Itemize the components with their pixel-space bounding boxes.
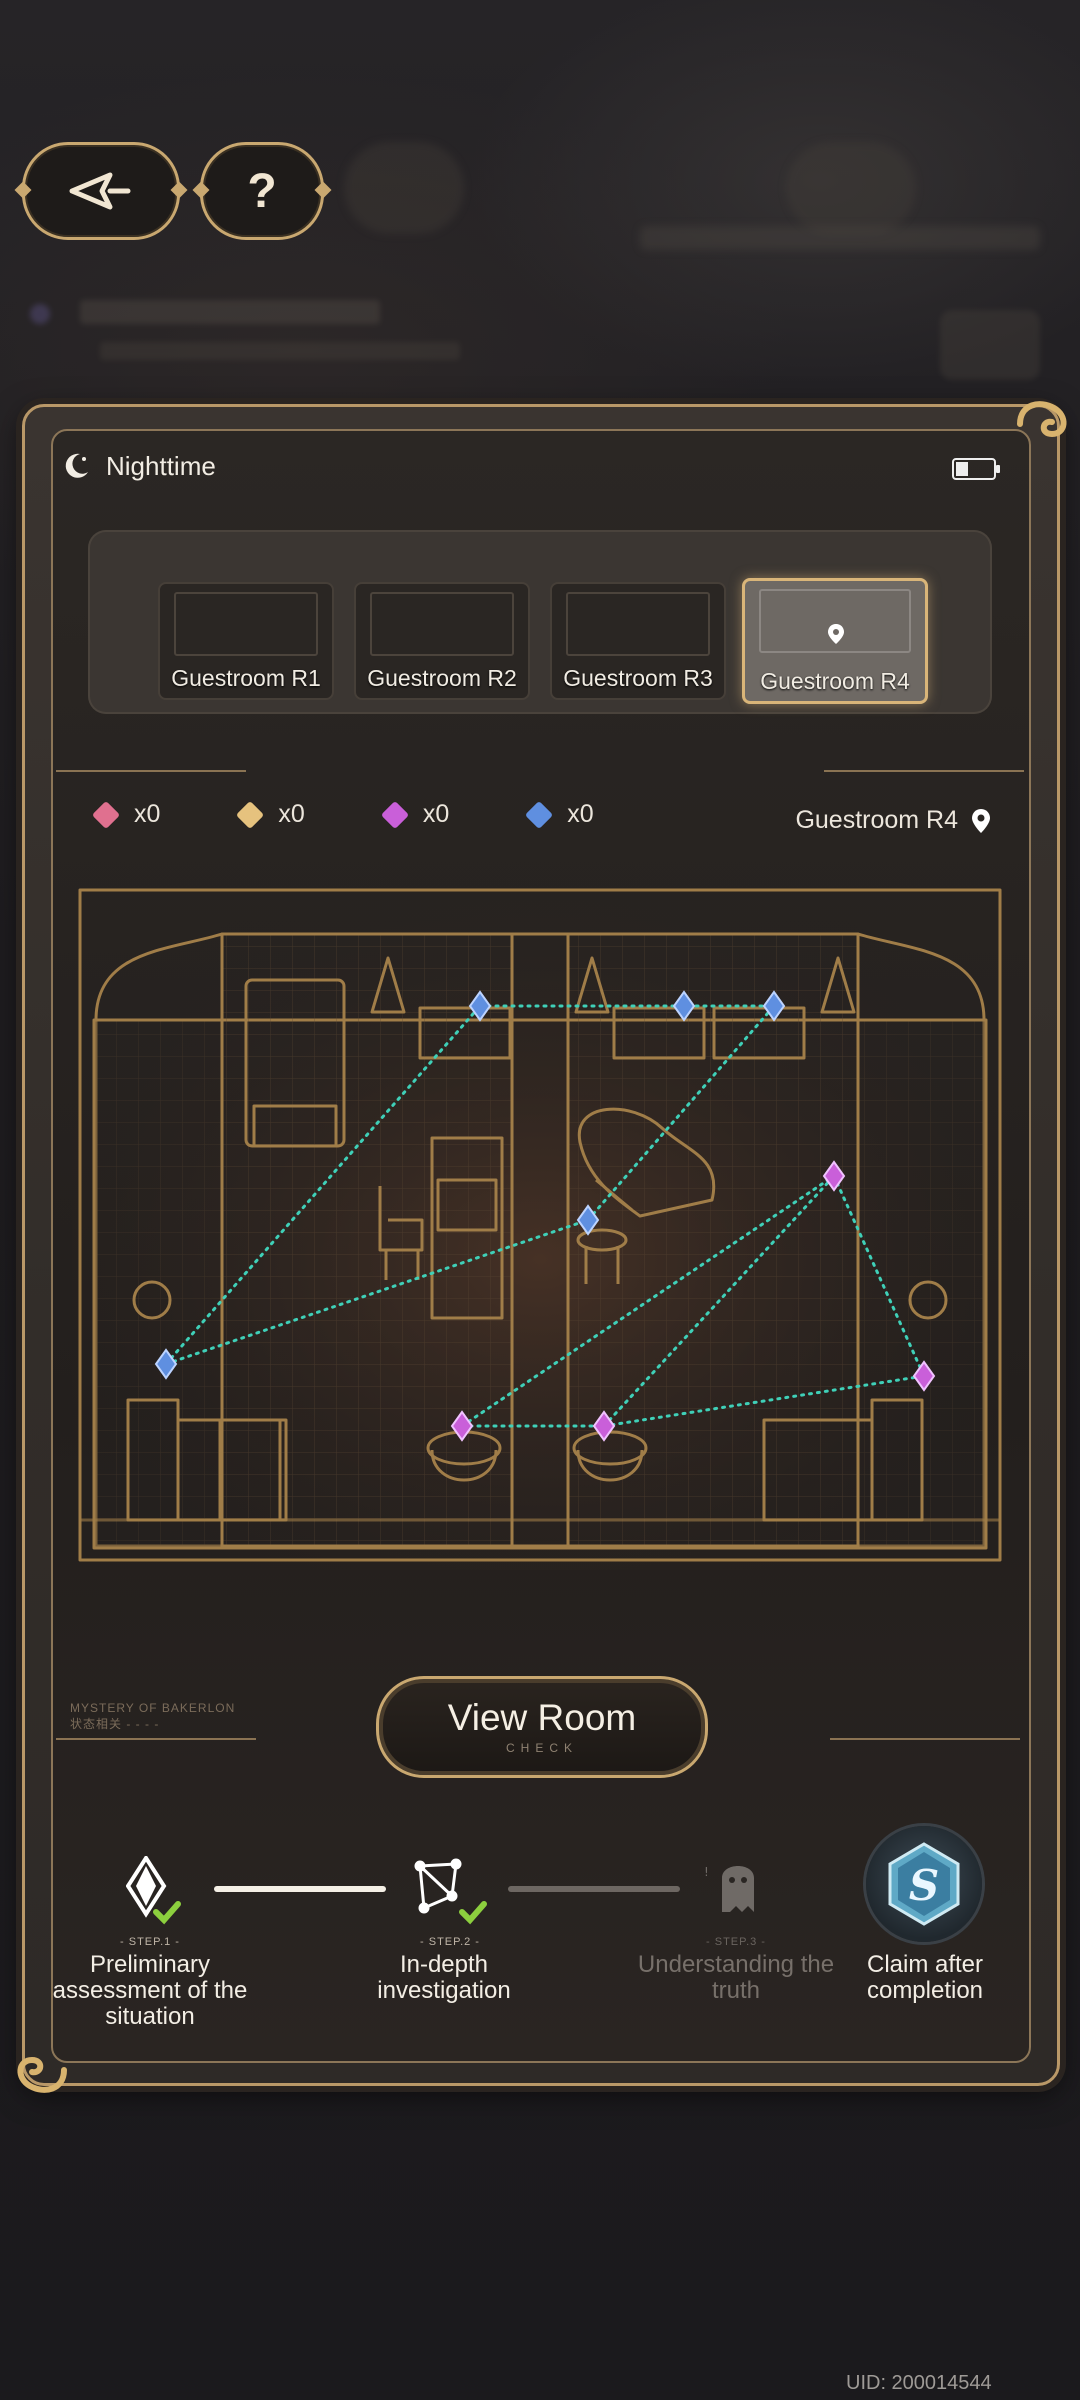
room-tab-r3[interactable]: Guestroom R3 (550, 582, 726, 700)
blurred-text (640, 226, 1040, 250)
progress-bar-step2 (508, 1886, 680, 1892)
step3-label: Understanding the truth (637, 1951, 835, 2004)
battery-icon (952, 458, 1000, 480)
divider (56, 770, 246, 772)
time-of-day-label: Nighttime (106, 450, 216, 481)
step2-caption: - STEP.2 - (420, 1936, 480, 1948)
investigation-network-icon (414, 1858, 487, 1925)
counter-value: x0 (134, 800, 161, 828)
divider (824, 770, 1024, 772)
room-tab-r2[interactable]: Guestroom R2 (354, 582, 530, 700)
svg-text:!: ! (704, 1865, 709, 1879)
ghost-icon: ! (704, 1865, 754, 1912)
help-icon: ? (247, 164, 277, 218)
room-tab-label: Guestroom R1 (171, 665, 321, 691)
blurred-background-content (20, 290, 1060, 390)
current-location: Guestroom R4 (795, 806, 992, 835)
counter-value: x0 (278, 800, 305, 828)
counter-gold: x0 (236, 800, 305, 829)
blue-gem-icon (525, 800, 554, 829)
divider (56, 1738, 256, 1740)
back-button[interactable] (14, 142, 188, 240)
back-arrow-icon (69, 172, 131, 210)
room-tab-label: Guestroom R4 (760, 668, 910, 694)
user-id: UID: 200014544 (846, 2372, 992, 2394)
view-room-sub: CHECK (505, 1741, 578, 1755)
purple-gem-icon (380, 800, 409, 829)
step1-label: Preliminary assessment of the situation (52, 1951, 248, 2030)
blurred-button (344, 142, 464, 234)
ornament-corner-icon (1017, 401, 1067, 438)
reward-badge[interactable]: S (866, 1826, 982, 1942)
help-button[interactable]: ? (192, 142, 332, 240)
view-room-label: View Room (447, 1697, 637, 1738)
time-status: Nighttime (60, 450, 216, 482)
moon-icon (65, 453, 88, 478)
counter-value: x0 (567, 800, 594, 828)
room-thumbnail (566, 592, 710, 656)
counter-blue: x0 (525, 800, 594, 829)
room-thumbnail (174, 592, 318, 656)
caption-line: MYSTERY OF BAKERLON (70, 1701, 236, 1715)
location-pin-icon (972, 808, 990, 833)
current-location-label: Guestroom R4 (795, 806, 958, 834)
room-tab-label: Guestroom R3 (563, 665, 713, 691)
s-rank-badge-icon: S (888, 1842, 960, 1926)
room-floor-map[interactable] (72, 880, 1008, 1570)
location-pin-icon (828, 624, 844, 644)
counter-value: x0 (422, 800, 450, 828)
room-tab-r4[interactable]: Guestroom R4 (742, 578, 928, 704)
blurred-button (786, 142, 916, 234)
counter-pink: x0 (91, 800, 161, 829)
badge-letter: S (909, 1861, 939, 1910)
ornament-corner-icon (17, 2056, 67, 2093)
view-room-button[interactable]: View Room CHECK (376, 1676, 708, 1778)
step1-caption: - STEP.1 - (120, 1936, 180, 1948)
mystery-caption: MYSTERY OF BAKERLON 状态相关 - - - - (70, 1700, 235, 1732)
divider (830, 1738, 1020, 1740)
pink-gem-icon (91, 800, 121, 829)
step2-label: In-depth investigation (377, 1951, 511, 2004)
counter-purple: x0 (380, 800, 450, 829)
reward-label: Claim after completion (866, 1951, 984, 2004)
preliminary-assessment-icon (126, 1856, 181, 1925)
clue-counters: x0 x0 x0 x0 (91, 800, 674, 829)
progress-bar-step1 (214, 1886, 386, 1892)
gold-gem-icon (236, 800, 265, 829)
room-tab-r1[interactable]: Guestroom R1 (158, 582, 334, 700)
caption-line: 状态相关 - - - - (70, 1717, 160, 1731)
room-tab-label: Guestroom R2 (367, 665, 517, 691)
room-thumbnail (370, 592, 514, 656)
step3-caption: - STEP.3 - (706, 1936, 766, 1948)
